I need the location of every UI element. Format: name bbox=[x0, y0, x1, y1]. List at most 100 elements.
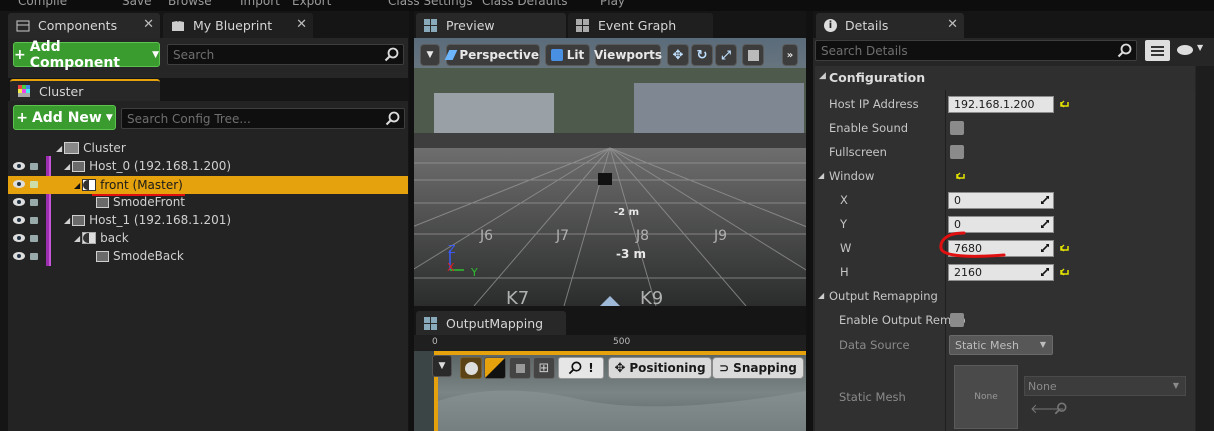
tab-cluster[interactable]: Cluster bbox=[10, 79, 160, 101]
menu-export[interactable]: Export bbox=[292, 0, 331, 8]
snapping-button[interactable]: ⊃ Snapping bbox=[712, 357, 804, 379]
graph-icon bbox=[576, 19, 590, 32]
fullscreen-checkbox[interactable] bbox=[950, 145, 964, 159]
spin-arrows-icon[interactable] bbox=[1041, 220, 1049, 228]
enable-output-remap-label: Enable Output Remap bbox=[839, 313, 966, 327]
rotate-tool-button[interactable]: ↻ bbox=[691, 44, 713, 66]
tab-components[interactable]: Components ✕ bbox=[8, 13, 160, 38]
toolbar-overflow-button[interactable]: » bbox=[782, 44, 798, 66]
menu-save[interactable]: Save bbox=[122, 0, 151, 8]
positioning-button[interactable]: ✥ Positioning bbox=[608, 357, 712, 379]
tab-my-blueprint[interactable]: My Blueprint ✕ bbox=[163, 13, 313, 38]
perspective-button[interactable]: Perspective bbox=[444, 44, 540, 66]
tab-output-mapping[interactable]: OutputMapping bbox=[416, 311, 566, 335]
view-options-button[interactable]: ▼ bbox=[1175, 42, 1209, 59]
camera-speed-button[interactable] bbox=[742, 44, 764, 66]
collapse-arrow-icon[interactable]: ◢ bbox=[818, 291, 824, 300]
static-mesh-asset-picker[interactable]: None ▼ bbox=[1024, 376, 1186, 396]
rotate-icon: ↻ bbox=[696, 47, 708, 63]
reset-to-default-icon[interactable] bbox=[1060, 99, 1070, 109]
reset-to-default-icon[interactable] bbox=[956, 171, 966, 181]
expand-arrow-icon[interactable]: ◢ bbox=[74, 181, 80, 190]
host-ip-input[interactable]: 192.168.1.200 bbox=[948, 96, 1054, 113]
spin-arrows-icon[interactable] bbox=[1041, 196, 1049, 204]
tab-preview[interactable]: Preview bbox=[416, 13, 566, 38]
purple-bar-highlight bbox=[49, 156, 51, 266]
menu-browse[interactable]: Browse bbox=[168, 0, 212, 8]
preview-viewport[interactable]: -2 m -3 m J6 J7 J8 J9 K7 K9 Z X Y ▼ Pers… bbox=[414, 38, 806, 306]
tab-details-label: Details bbox=[845, 18, 889, 33]
lit-button[interactable]: Lit bbox=[545, 44, 590, 66]
config-tree-search-input[interactable]: Search Config Tree... bbox=[121, 108, 405, 129]
window-w-label: W bbox=[840, 241, 852, 255]
browse-search-icon[interactable] bbox=[1054, 402, 1067, 415]
output-mapping-panel[interactable]: 0 500 ▼ ⊞ ! ✥ Positioning ⊃ Snapping bbox=[414, 335, 806, 431]
lit-cube-icon bbox=[550, 49, 563, 61]
enable-output-remap-checkbox[interactable] bbox=[950, 313, 964, 327]
dropdown-arrow-icon: ▼ bbox=[105, 112, 113, 123]
configuration-category[interactable]: ◢ Configuration bbox=[815, 66, 1195, 90]
expand-arrow-icon[interactable]: ◢ bbox=[56, 144, 62, 153]
close-icon[interactable]: ✕ bbox=[143, 17, 154, 32]
viewport-options-button[interactable]: ▼ bbox=[420, 44, 440, 66]
search-icon bbox=[568, 361, 582, 375]
collapse-arrow-icon[interactable]: ◢ bbox=[819, 71, 826, 81]
property-matrix-button[interactable] bbox=[1145, 40, 1170, 61]
static-mesh-thumbnail[interactable]: None bbox=[954, 365, 1018, 429]
window-h-input[interactable]: 2160 bbox=[948, 264, 1054, 281]
expand-arrow-icon[interactable]: ◢ bbox=[64, 162, 70, 171]
collapse-arrow-icon[interactable]: ◢ bbox=[818, 171, 824, 180]
tab-components-label: Components bbox=[38, 18, 118, 33]
tree-item-back[interactable]: ◢ back bbox=[74, 229, 129, 247]
host-icon bbox=[72, 214, 86, 226]
tree-item-host-1[interactable]: ◢ Host_1 (192.168.1.201) bbox=[64, 211, 231, 229]
add-component-button[interactable]: + Add Component ▼ bbox=[13, 39, 160, 71]
tree-item-host-0[interactable]: ◢ Host_0 (192.168.1.200) bbox=[64, 157, 231, 175]
reset-to-default-icon[interactable] bbox=[1060, 243, 1070, 253]
expand-arrow-icon[interactable]: ◢ bbox=[64, 216, 70, 225]
cube-icon bbox=[747, 49, 759, 61]
splitter[interactable] bbox=[409, 11, 414, 431]
tab-details[interactable]: i Details ✕ bbox=[816, 13, 964, 38]
window-x-input[interactable]: 0 bbox=[948, 192, 1054, 209]
host-ip-label: Host IP Address bbox=[829, 97, 919, 111]
eye-lock-icons[interactable] bbox=[12, 159, 42, 269]
data-source-dropdown[interactable]: Static Mesh ▼ bbox=[949, 335, 1053, 355]
tree-item-smodeback[interactable]: SmodeBack bbox=[96, 247, 184, 265]
snap-icon: ⊃ bbox=[719, 361, 730, 375]
menu-class-defaults[interactable]: Class Defaults bbox=[482, 0, 567, 8]
frame-button[interactable]: ⊞ bbox=[533, 357, 555, 379]
horizontal-ruler: 0 500 bbox=[414, 335, 806, 351]
translate-tool-button[interactable]: ✥ bbox=[667, 44, 689, 66]
expand-arrow-icon[interactable]: ◢ bbox=[74, 234, 80, 243]
mapping-options-button[interactable]: ▼ bbox=[432, 355, 452, 377]
close-icon[interactable]: ✕ bbox=[947, 17, 958, 32]
tree-item-cluster[interactable]: ◢ Cluster bbox=[56, 139, 126, 157]
floor-label: J8 bbox=[635, 228, 649, 244]
stop-button[interactable] bbox=[509, 357, 531, 379]
menu-import[interactable]: Import bbox=[240, 0, 280, 8]
tab-event-graph[interactable]: Event Graph bbox=[568, 13, 713, 38]
widget-mode-button[interactable] bbox=[460, 357, 482, 379]
tree-item-front-master[interactable]: ◢ front (Master) bbox=[74, 176, 183, 194]
splitter[interactable] bbox=[806, 11, 813, 431]
components-search-input[interactable]: Search bbox=[167, 44, 404, 65]
tree-item-smodefront[interactable]: SmodeFront bbox=[96, 193, 185, 211]
viewports-button[interactable]: Viewports bbox=[594, 44, 662, 66]
menu-class-settings[interactable]: Class Settings bbox=[388, 0, 473, 8]
spin-arrows-icon[interactable] bbox=[1041, 244, 1049, 252]
menu-compile[interactable]: Compile bbox=[18, 0, 67, 8]
host-icon bbox=[72, 160, 86, 172]
enable-sound-checkbox[interactable] bbox=[950, 121, 964, 135]
search-alert-button[interactable]: ! bbox=[558, 357, 604, 379]
add-new-button[interactable]: + Add New ▼ bbox=[13, 105, 116, 130]
light-mode-button[interactable] bbox=[484, 357, 506, 379]
reset-to-default-icon[interactable] bbox=[1060, 267, 1070, 277]
scale-tool-button[interactable]: ⤢ bbox=[715, 44, 737, 66]
floor-label: J9 bbox=[713, 228, 727, 244]
details-scrollbar[interactable] bbox=[1196, 66, 1214, 431]
spin-arrows-icon[interactable] bbox=[1041, 268, 1049, 276]
menu-play[interactable]: Play bbox=[600, 0, 625, 8]
details-search-input[interactable]: Search Details bbox=[815, 40, 1137, 61]
close-icon[interactable]: ✕ bbox=[296, 17, 307, 32]
